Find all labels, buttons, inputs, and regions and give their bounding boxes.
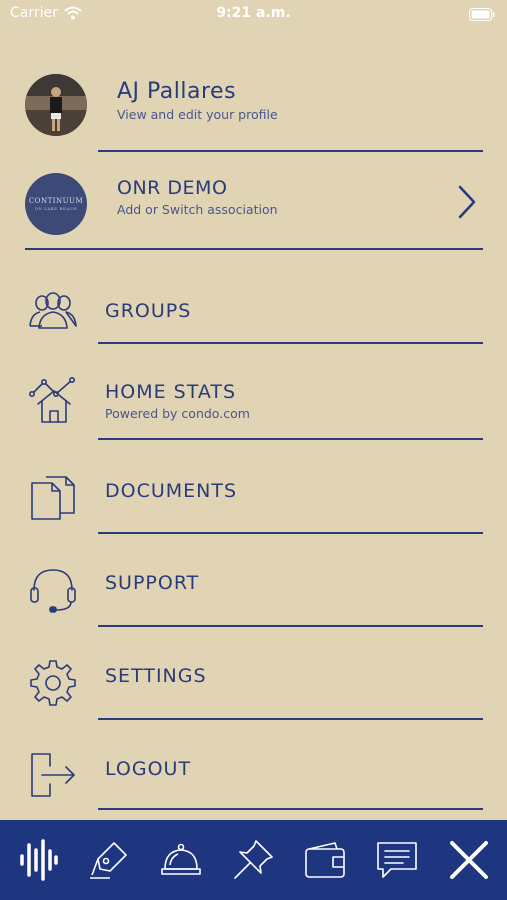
chevron-right-icon[interactable]	[456, 184, 478, 220]
documents-icon	[31, 476, 75, 520]
avatar	[25, 74, 87, 136]
profile-name: AJ Pallares	[117, 79, 237, 104]
divider	[98, 625, 483, 627]
profile-row[interactable]: AJ Pallares View and edit your profile	[0, 70, 507, 160]
menu-item-groups[interactable]: GROUPS	[0, 280, 507, 344]
divider	[98, 808, 483, 810]
clock: 9:21 a.m.	[216, 5, 291, 21]
menu-item-support[interactable]: SUPPORT	[0, 558, 507, 622]
menu-item-settings[interactable]: SETTINGS	[0, 651, 507, 715]
home-stats-label: HOME STATS	[105, 381, 237, 403]
divider	[98, 150, 483, 152]
documents-label: DOCUMENTS	[105, 480, 238, 502]
headset-icon	[30, 569, 76, 613]
audio-wave-icon[interactable]	[12, 834, 64, 886]
logout-label: LOGOUT	[105, 758, 192, 780]
bottom-tab-bar	[0, 820, 507, 900]
association-row[interactable]: CONTINUUM ON LAKE BEACH ONR DEMO Add or …	[0, 165, 507, 245]
groups-icon	[29, 292, 77, 329]
divider	[98, 342, 483, 344]
settings-label: SETTINGS	[105, 665, 207, 687]
logout-icon	[31, 753, 75, 797]
support-label: SUPPORT	[105, 572, 200, 594]
divider	[25, 248, 483, 250]
divider	[98, 718, 483, 720]
divider	[98, 532, 483, 534]
pen-sign-icon[interactable]	[83, 834, 135, 886]
association-name: ONR DEMO	[117, 177, 228, 199]
battery-icon	[469, 6, 495, 25]
close-icon[interactable]	[443, 834, 495, 886]
association-subtitle: Add or Switch association	[117, 202, 278, 217]
menu-item-logout[interactable]: LOGOUT	[0, 744, 507, 808]
association-logo: CONTINUUM ON LAKE BEACH	[25, 173, 87, 235]
pin-icon[interactable]	[227, 834, 279, 886]
wallet-icon[interactable]	[299, 834, 351, 886]
gear-icon	[30, 660, 76, 706]
association-logo-text: CONTINUUM	[28, 197, 84, 205]
home-stats-subtitle: Powered by condo.com	[105, 406, 250, 421]
profile-subtitle: View and edit your profile	[117, 107, 278, 122]
groups-label: GROUPS	[105, 300, 192, 322]
home-stats-icon	[28, 376, 75, 423]
divider	[98, 438, 483, 440]
status-bar: Carrier 9:21 a.m.	[0, 0, 507, 28]
menu-item-home-stats[interactable]: HOME STATS Powered by condo.com	[0, 370, 507, 434]
service-bell-icon[interactable]	[155, 834, 207, 886]
chat-icon[interactable]	[371, 834, 423, 886]
association-logo-subtext: ON LAKE BEACH	[34, 206, 78, 211]
menu-item-documents[interactable]: DOCUMENTS	[0, 465, 507, 529]
